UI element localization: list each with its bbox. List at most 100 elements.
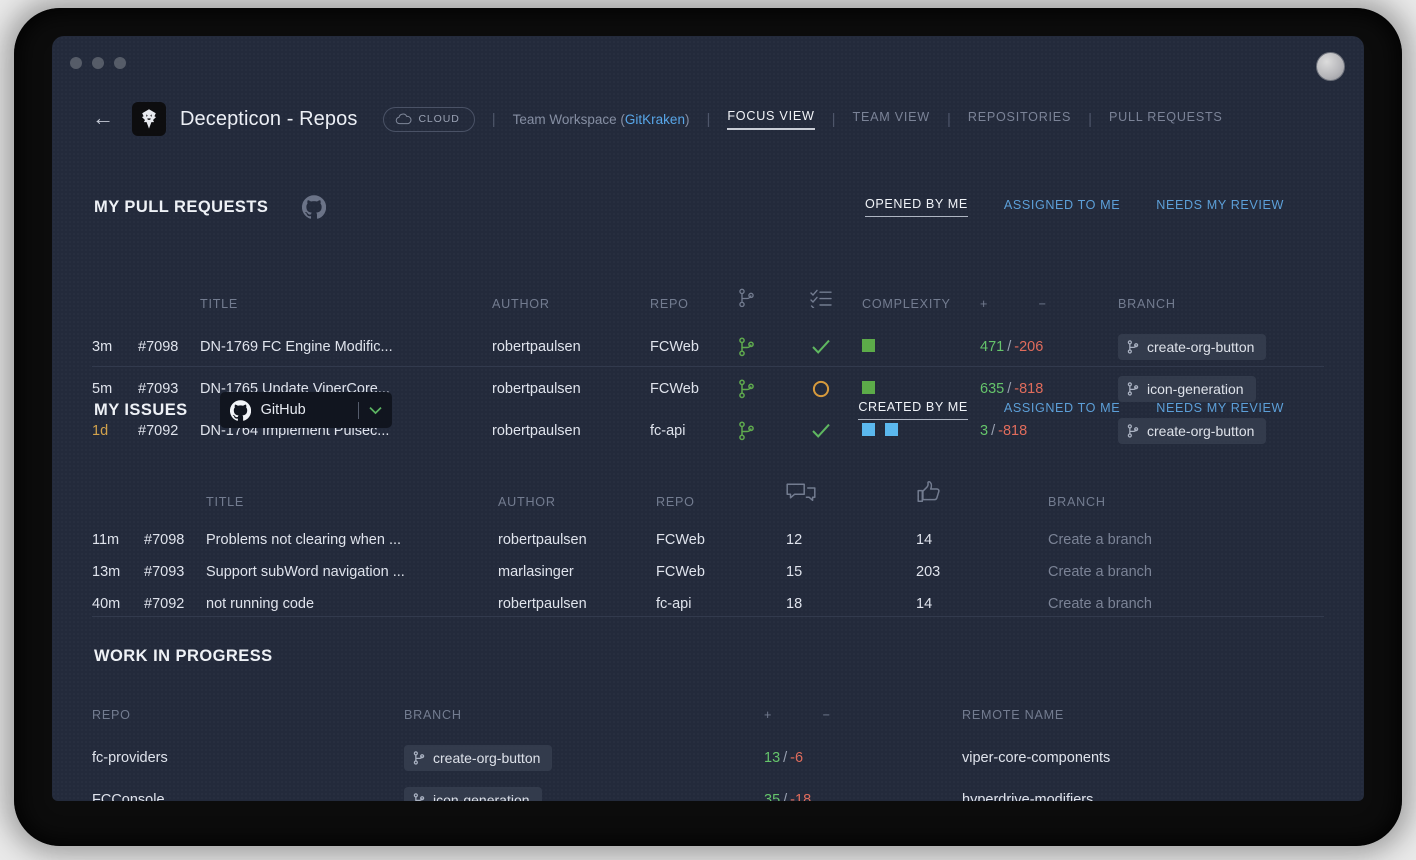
issue-provider-select[interactable]: GitHub [219, 392, 392, 428]
col-branch: BRANCH [404, 708, 462, 722]
back-arrow-icon[interactable]: ← [92, 107, 114, 130]
issues-section: MY ISSUES GitHub CREATED BY ME ASSIGNED … [52, 384, 1364, 612]
tab-repositories[interactable]: REPOSITORIES [968, 110, 1071, 129]
tab-focus-view[interactable]: FOCUS VIEW [727, 109, 815, 130]
header-separator-1: | [491, 110, 496, 128]
wip-header: WORK IN PROGRESS [52, 634, 1364, 678]
table-row[interactable]: 13m #7093 Support subWord navigation ...… [92, 556, 1324, 588]
plus-label: + [764, 708, 773, 722]
col-repo: REPO [650, 297, 689, 311]
col-repo: REPO [92, 708, 131, 722]
window-controls [70, 57, 126, 69]
create-branch-button[interactable]: Create a branch [1048, 596, 1152, 612]
pull-requests-title: MY PULL REQUESTS [94, 197, 269, 216]
tab-team-view[interactable]: TEAM VIEW [853, 110, 930, 129]
issue-number[interactable]: #7098 [144, 524, 206, 556]
col-branch: BRANCH [1048, 495, 1106, 509]
issue-age: 11m [92, 532, 120, 548]
app-header: ← Decepticon - Repos CLOUD | Team Worksp… [52, 90, 1364, 148]
chevron-down-icon[interactable] [369, 406, 382, 415]
app-window: ← Decepticon - Repos CLOUD | Team Worksp… [52, 36, 1364, 801]
table-header-row: REPO BRANCH + − REMOTE NAME [92, 708, 1324, 737]
pr-deletions: -206 [1014, 339, 1044, 355]
branch-pill[interactable]: create-org-button [404, 745, 553, 771]
issue-branch-cell: Create a branch [1048, 556, 1324, 588]
col-age [92, 480, 144, 524]
minimize-button[interactable] [92, 57, 104, 69]
issue-filter-created-by-me[interactable]: CREATED BY ME [858, 400, 968, 420]
cloud-badge[interactable]: CLOUD [383, 106, 475, 132]
issue-repo[interactable]: FCWeb [656, 524, 786, 556]
table-row[interactable]: 11m #7098 Problems not clearing when ...… [92, 524, 1324, 556]
table-row[interactable]: FCConsole icon-generation 35 / -18 hyper… [92, 779, 1324, 801]
workspace-label[interactable]: Team Workspace (GitKraken) [513, 112, 690, 127]
create-branch-button[interactable]: Create a branch [1048, 532, 1152, 548]
branch-pill[interactable]: create-org-button [1118, 334, 1267, 360]
issue-repo[interactable]: FCWeb [656, 556, 786, 588]
col-stats: + − [980, 288, 1118, 326]
wip-table: REPO BRANCH + − REMOTE NAME fc-providers [92, 708, 1324, 801]
thumbs-up-icon [916, 480, 942, 506]
create-branch-button[interactable]: Create a branch [1048, 564, 1152, 580]
stat-slash: / [783, 750, 788, 766]
issue-title[interactable]: Problems not clearing when ... [206, 524, 498, 556]
wip-body: fc-providers create-org-button 13 / -6 v… [92, 737, 1324, 801]
issue-title[interactable]: Support subWord navigation ... [206, 556, 498, 588]
pr-filter-opened-by-me[interactable]: OPENED BY ME [865, 197, 968, 217]
tab-pull-requests[interactable]: PULL REQUESTS [1109, 110, 1223, 129]
comments-icon [786, 482, 816, 506]
col-branch-icon [738, 288, 810, 326]
table-row[interactable]: fc-providers create-org-button 13 / -6 v… [92, 737, 1324, 779]
issue-author: marlasinger [498, 564, 574, 580]
avatar[interactable] [1316, 52, 1345, 81]
github-icon[interactable] [302, 195, 327, 219]
pr-number[interactable]: #7098 [138, 326, 200, 368]
col-author: AUTHOR [492, 297, 550, 311]
issues-title: MY ISSUES [94, 400, 188, 419]
col-checks [810, 288, 862, 326]
branch-icon [413, 751, 425, 765]
checklist-icon [810, 289, 832, 308]
maximize-button[interactable] [114, 57, 126, 69]
wip-branch-cell: icon-generation [404, 779, 764, 801]
branch-pill[interactable]: icon-generation [404, 787, 542, 801]
branch-name: create-org-button [433, 750, 541, 766]
issue-provider-label: GitHub [260, 402, 306, 418]
pr-branch-icon-cell[interactable] [738, 326, 810, 368]
table-header-row: TITLE AUTHOR REPO [92, 288, 1324, 326]
col-remote-name: REMOTE NAME [962, 708, 1065, 722]
wip-additions: 35 [764, 792, 781, 801]
table-row[interactable]: 3m #7098 DN-1769 FC Engine Modific... ro… [92, 326, 1324, 368]
issue-filter-assigned-to-me[interactable]: ASSIGNED TO ME [1004, 401, 1120, 420]
wip-branch-cell: create-org-button [404, 737, 764, 779]
pr-author: robertpaulsen [492, 339, 581, 355]
issue-author: robertpaulsen [498, 532, 587, 548]
wip-repo[interactable]: fc-providers [92, 737, 404, 779]
main-nav-tabs: FOCUS VIEW | TEAM VIEW | REPOSITORIES | … [727, 109, 1222, 130]
col-number [138, 288, 200, 326]
pr-filter-assigned-to-me[interactable]: ASSIGNED TO ME [1004, 198, 1120, 217]
col-reactions [916, 480, 1048, 524]
wip-stats: 13/-6 [764, 737, 962, 779]
branch-icon [413, 793, 425, 801]
stat-slash: / [1007, 339, 1012, 355]
wip-remote-name[interactable]: viper-core-components [962, 737, 1324, 779]
workspace-suffix: ) [684, 111, 690, 127]
wip-additions: 13 [764, 750, 781, 766]
decepticon-logo-icon [132, 102, 166, 136]
close-button[interactable] [70, 57, 82, 69]
pr-repo[interactable]: FCWeb [650, 326, 738, 368]
wip-remote-name[interactable]: hyperdrive-modifiers [962, 779, 1324, 801]
workspace-link[interactable]: GitKraken [625, 112, 685, 127]
wip-title: WORK IN PROGRESS [94, 646, 273, 665]
issue-filter-needs-my-review[interactable]: NEEDS MY REVIEW [1156, 401, 1284, 420]
pr-status-cell [810, 326, 862, 368]
cloud-icon [395, 113, 412, 125]
col-number [144, 480, 206, 524]
issue-number[interactable]: #7093 [144, 556, 206, 588]
pr-branch-cell: create-org-button [1118, 326, 1324, 368]
work-in-progress-section: WORK IN PROGRESS REPO BRANCH + − REMOTE … [52, 634, 1364, 801]
pr-filter-needs-my-review[interactable]: NEEDS MY REVIEW [1156, 198, 1284, 217]
pr-title[interactable]: DN-1769 FC Engine Modific... [200, 326, 492, 368]
wip-repo[interactable]: FCConsole [92, 779, 404, 801]
